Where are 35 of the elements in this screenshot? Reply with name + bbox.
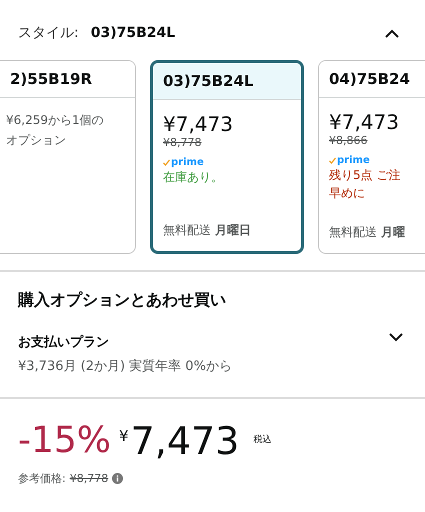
price: 7,473 [130, 421, 240, 461]
option-name: 2)55B19R [0, 61, 135, 98]
stock-status: 早めに [329, 185, 366, 202]
reference-price: ¥8,778 [70, 472, 108, 485]
list-price: ¥8,866 [329, 134, 368, 147]
style-value: 03)75B24L [90, 25, 176, 41]
option-card[interactable]: 2)55B19R ¥6,259から1個の オプション [0, 60, 136, 254]
shipping-info: 無料配送 月曜日 [163, 222, 252, 239]
option-card[interactable]: 04)75B24 ¥7,473 ¥8,866 prime 残り5点 ご注 早めに 無料配送 月曜 [318, 60, 425, 254]
check-icon [329, 157, 336, 164]
shipping-info: 無料配送 月曜 [329, 224, 406, 241]
list-price: ¥8,778 [163, 136, 202, 149]
reference-label: 参考価格: [18, 471, 66, 486]
stock-status: 在庫あり。 [163, 169, 224, 186]
section-title: 購入オプションとあわせ買い [16, 289, 227, 311]
option-card[interactable]: 03)75B24L ¥7,473 ¥8,778 prime 在庫あり。 無料配送 月曜日 [150, 60, 304, 254]
prime-label: prime [337, 155, 370, 166]
option-price: ¥6,259から1個の [6, 112, 105, 129]
stock-status: 残り5点 ご注 [329, 167, 402, 184]
option-price: ¥7,473 [163, 112, 234, 136]
option-name: 04)75B24 [319, 61, 425, 98]
prime-label: prime [171, 157, 204, 168]
check-icon [163, 159, 170, 166]
plan-title: お支払いプラン [18, 334, 110, 351]
tax-label: 税込 [253, 434, 272, 446]
chevron-icon[interactable] [389, 333, 403, 342]
chevron-icon[interactable] [385, 28, 399, 38]
info-icon[interactable] [112, 473, 124, 484]
option-price: オプション [6, 132, 67, 149]
option-price: ¥7,473 [329, 110, 400, 134]
currency-symbol: ¥ [119, 427, 129, 445]
option-name: 03)75B24L [153, 63, 301, 100]
style-label: スタイル: [18, 24, 79, 42]
plan-detail: ¥3,736月 (2か月) 実質年率 0%から [18, 358, 233, 375]
discount: -15% [18, 421, 112, 461]
